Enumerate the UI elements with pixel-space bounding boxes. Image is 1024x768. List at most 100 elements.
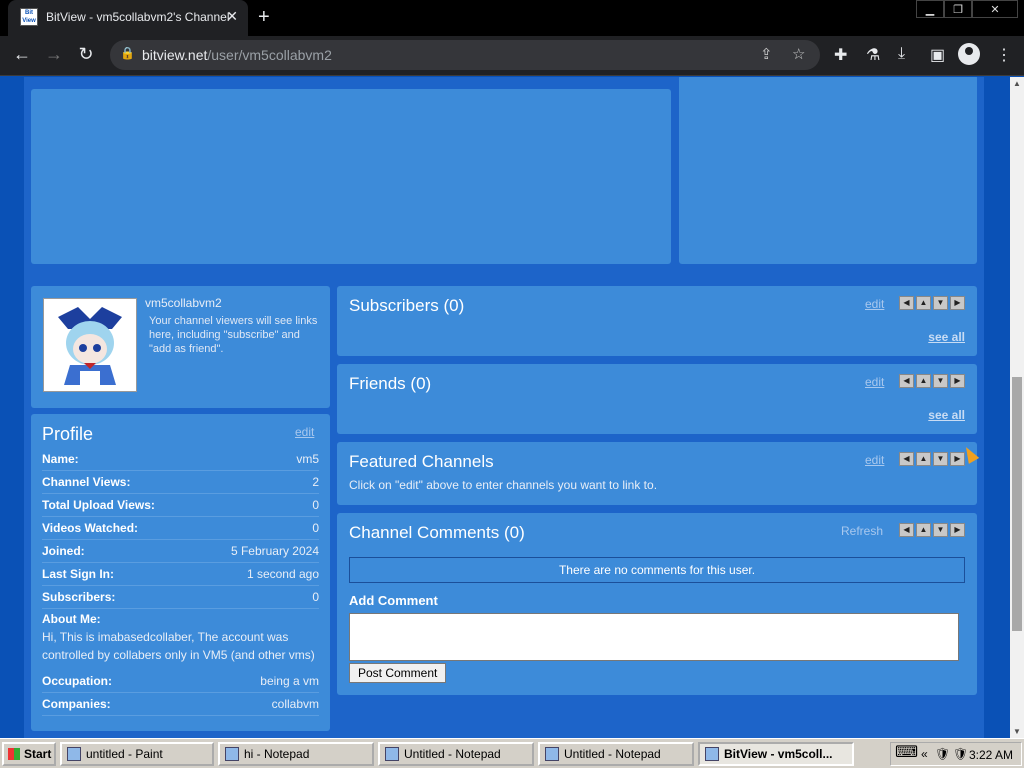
move-down-icon[interactable]: ▼ xyxy=(933,374,948,388)
profile-row-subscribers: Subscribers: 0 xyxy=(42,586,319,609)
move-up-icon[interactable]: ▲ xyxy=(916,374,931,388)
shield-icon[interactable]: 🛡 xyxy=(935,747,950,761)
profile-value: 0 xyxy=(312,498,319,512)
friends-heading: Friends (0) xyxy=(349,374,432,393)
move-right-icon[interactable]: ▶ xyxy=(950,374,965,388)
move-down-icon[interactable]: ▼ xyxy=(933,452,948,466)
taskbar-item-label: BitView - vm5coll... xyxy=(724,747,833,761)
comment-textarea[interactable] xyxy=(349,613,959,661)
taskbar-item-label: Untitled - Notepad xyxy=(564,747,661,761)
move-down-icon[interactable]: ▼ xyxy=(933,523,948,537)
profile-key: Companies: xyxy=(42,697,111,711)
profile-key: Joined: xyxy=(42,544,85,558)
url-text[interactable]: bitview.net/user/vm5collabvm2 xyxy=(142,47,332,63)
subscribers-edit-link[interactable]: edit xyxy=(865,297,884,311)
subscribers-controls: ◀ ▲ ▼ ▶ xyxy=(899,296,965,310)
profile-value: 0 xyxy=(312,590,319,604)
scroll-up-icon[interactable]: ▲ xyxy=(1013,79,1021,88)
window-controls: ▁ ❐ ✕ xyxy=(916,0,1018,18)
profile-row-companies: Companies: collabvm xyxy=(42,693,319,716)
side-panel-icon[interactable]: ▣ xyxy=(930,45,945,65)
move-left-icon[interactable]: ◀ xyxy=(899,523,914,537)
move-up-icon[interactable]: ▲ xyxy=(916,523,931,537)
windows-logo-icon xyxy=(8,748,20,760)
move-up-icon[interactable]: ▲ xyxy=(916,296,931,310)
bookmark-star-icon[interactable]: ☆ xyxy=(792,45,805,63)
friends-controls: ◀ ▲ ▼ ▶ xyxy=(899,374,965,388)
url-host: bitview.net xyxy=(142,47,208,63)
tray-expand-icon[interactable]: « xyxy=(921,747,928,761)
comments-heading: Channel Comments (0) xyxy=(349,523,525,542)
shield-icon[interactable]: 🛡 xyxy=(953,747,968,761)
subscribers-see-all-link[interactable]: see all xyxy=(928,330,965,344)
tab-bar: Bit View BitView - vm5collabvm2's Channe… xyxy=(0,0,1024,36)
profile-key: Last Sign In: xyxy=(42,567,114,581)
taskbar-item-browser[interactable]: BitView - vm5coll... xyxy=(698,742,854,766)
post-comment-button[interactable]: Post Comment xyxy=(349,663,447,683)
browser-tab[interactable]: Bit View BitView - vm5collabvm2's Channe… xyxy=(8,0,248,36)
reload-icon[interactable]: ↻ xyxy=(74,44,98,65)
profile-value: vm5 xyxy=(296,452,319,466)
profile-avatar-icon[interactable] xyxy=(958,43,980,65)
move-right-icon[interactable]: ▶ xyxy=(950,296,965,310)
taskbar-item-label: Untitled - Notepad xyxy=(404,747,501,761)
subscribers-heading: Subscribers (0) xyxy=(349,296,465,315)
move-left-icon[interactable]: ◀ xyxy=(899,374,914,388)
taskbar-item-notepad-untitled-2[interactable]: Untitled - Notepad xyxy=(538,742,694,766)
move-left-icon[interactable]: ◀ xyxy=(899,452,914,466)
channel-username[interactable]: vm5collabvm2 xyxy=(145,296,222,310)
menu-kebab-icon[interactable]: ⋮ xyxy=(996,45,1012,65)
lock-icon: 🔒 xyxy=(120,46,135,60)
channel-main-panel: vm5collabvm2 Your channel viewers will s… xyxy=(24,278,984,738)
close-window-icon[interactable]: ✕ xyxy=(972,0,1018,18)
new-tab-icon[interactable]: + xyxy=(258,6,270,29)
comments-refresh-link[interactable]: Refresh xyxy=(841,524,883,538)
profile-key: Total Upload Views: xyxy=(42,498,155,512)
notepad-icon xyxy=(385,747,399,761)
taskbar-item-paint[interactable]: untitled - Paint xyxy=(60,742,214,766)
move-up-icon[interactable]: ▲ xyxy=(916,452,931,466)
profile-value: 1 second ago xyxy=(246,567,319,581)
browser-window: Bit View BitView - vm5collabvm2's Channe… xyxy=(0,0,1024,738)
labs-flask-icon[interactable]: ⚗ xyxy=(866,45,880,65)
about-me-text: Hi, This is imabasedcollaber, The accoun… xyxy=(42,630,315,662)
profile-heading: Profile xyxy=(42,424,94,444)
taskbar-item-label: hi - Notepad xyxy=(244,747,310,761)
taskbar-item-notepad-hi[interactable]: hi - Notepad xyxy=(218,742,374,766)
start-button[interactable]: Start xyxy=(2,742,56,766)
profile-key: Channel Views: xyxy=(42,475,131,489)
scrollbar-thumb[interactable] xyxy=(1012,377,1022,631)
share-icon[interactable]: ⇪ xyxy=(760,45,773,63)
back-icon[interactable]: ← xyxy=(10,44,34,65)
profile-value: 2 xyxy=(312,475,319,489)
profile-row-channel-views: Channel Views: 2 xyxy=(42,471,319,494)
close-tab-icon[interactable]: ✕ xyxy=(226,8,238,25)
scroll-down-icon[interactable]: ▼ xyxy=(1013,727,1021,736)
keyboard-icon[interactable]: ⌨ xyxy=(895,742,918,762)
video-player-area xyxy=(31,89,671,264)
profile-value: being a vm xyxy=(260,674,319,688)
download-icon[interactable]: ⤓ xyxy=(898,45,905,63)
forward-icon[interactable]: → xyxy=(42,44,66,65)
friends-see-all-link[interactable]: see all xyxy=(928,408,965,422)
profile-key: Occupation: xyxy=(42,674,113,688)
move-left-icon[interactable]: ◀ xyxy=(899,296,914,310)
notepad-icon xyxy=(225,747,239,761)
restore-icon[interactable]: ❐ xyxy=(944,0,972,18)
page-scrollbar[interactable]: ▲ ▼ xyxy=(1010,77,1024,738)
comments-controls: ◀ ▲ ▼ ▶ xyxy=(899,523,965,537)
address-bar[interactable]: 🔒 bitview.net/user/vm5collabvm2 ⇪ ☆ xyxy=(110,40,820,70)
profile-edit-link[interactable]: edit xyxy=(295,425,314,439)
taskbar-item-notepad-untitled-1[interactable]: Untitled - Notepad xyxy=(378,742,534,766)
minimize-icon[interactable]: ▁ xyxy=(916,0,944,18)
move-down-icon[interactable]: ▼ xyxy=(933,296,948,310)
move-right-icon[interactable]: ▶ xyxy=(950,523,965,537)
featured-edit-link[interactable]: edit xyxy=(865,453,884,467)
friends-edit-link[interactable]: edit xyxy=(865,375,884,389)
profile-row-upload-views: Total Upload Views: 0 xyxy=(42,494,319,517)
chrome-icon xyxy=(705,747,719,761)
notepad-icon xyxy=(545,747,559,761)
extensions-icon[interactable]: ✚ xyxy=(834,45,847,65)
friends-section: Friends (0) edit ◀ ▲ ▼ ▶ see all xyxy=(337,364,977,434)
featured-controls: ◀ ▲ ▼ ▶ xyxy=(899,452,965,466)
